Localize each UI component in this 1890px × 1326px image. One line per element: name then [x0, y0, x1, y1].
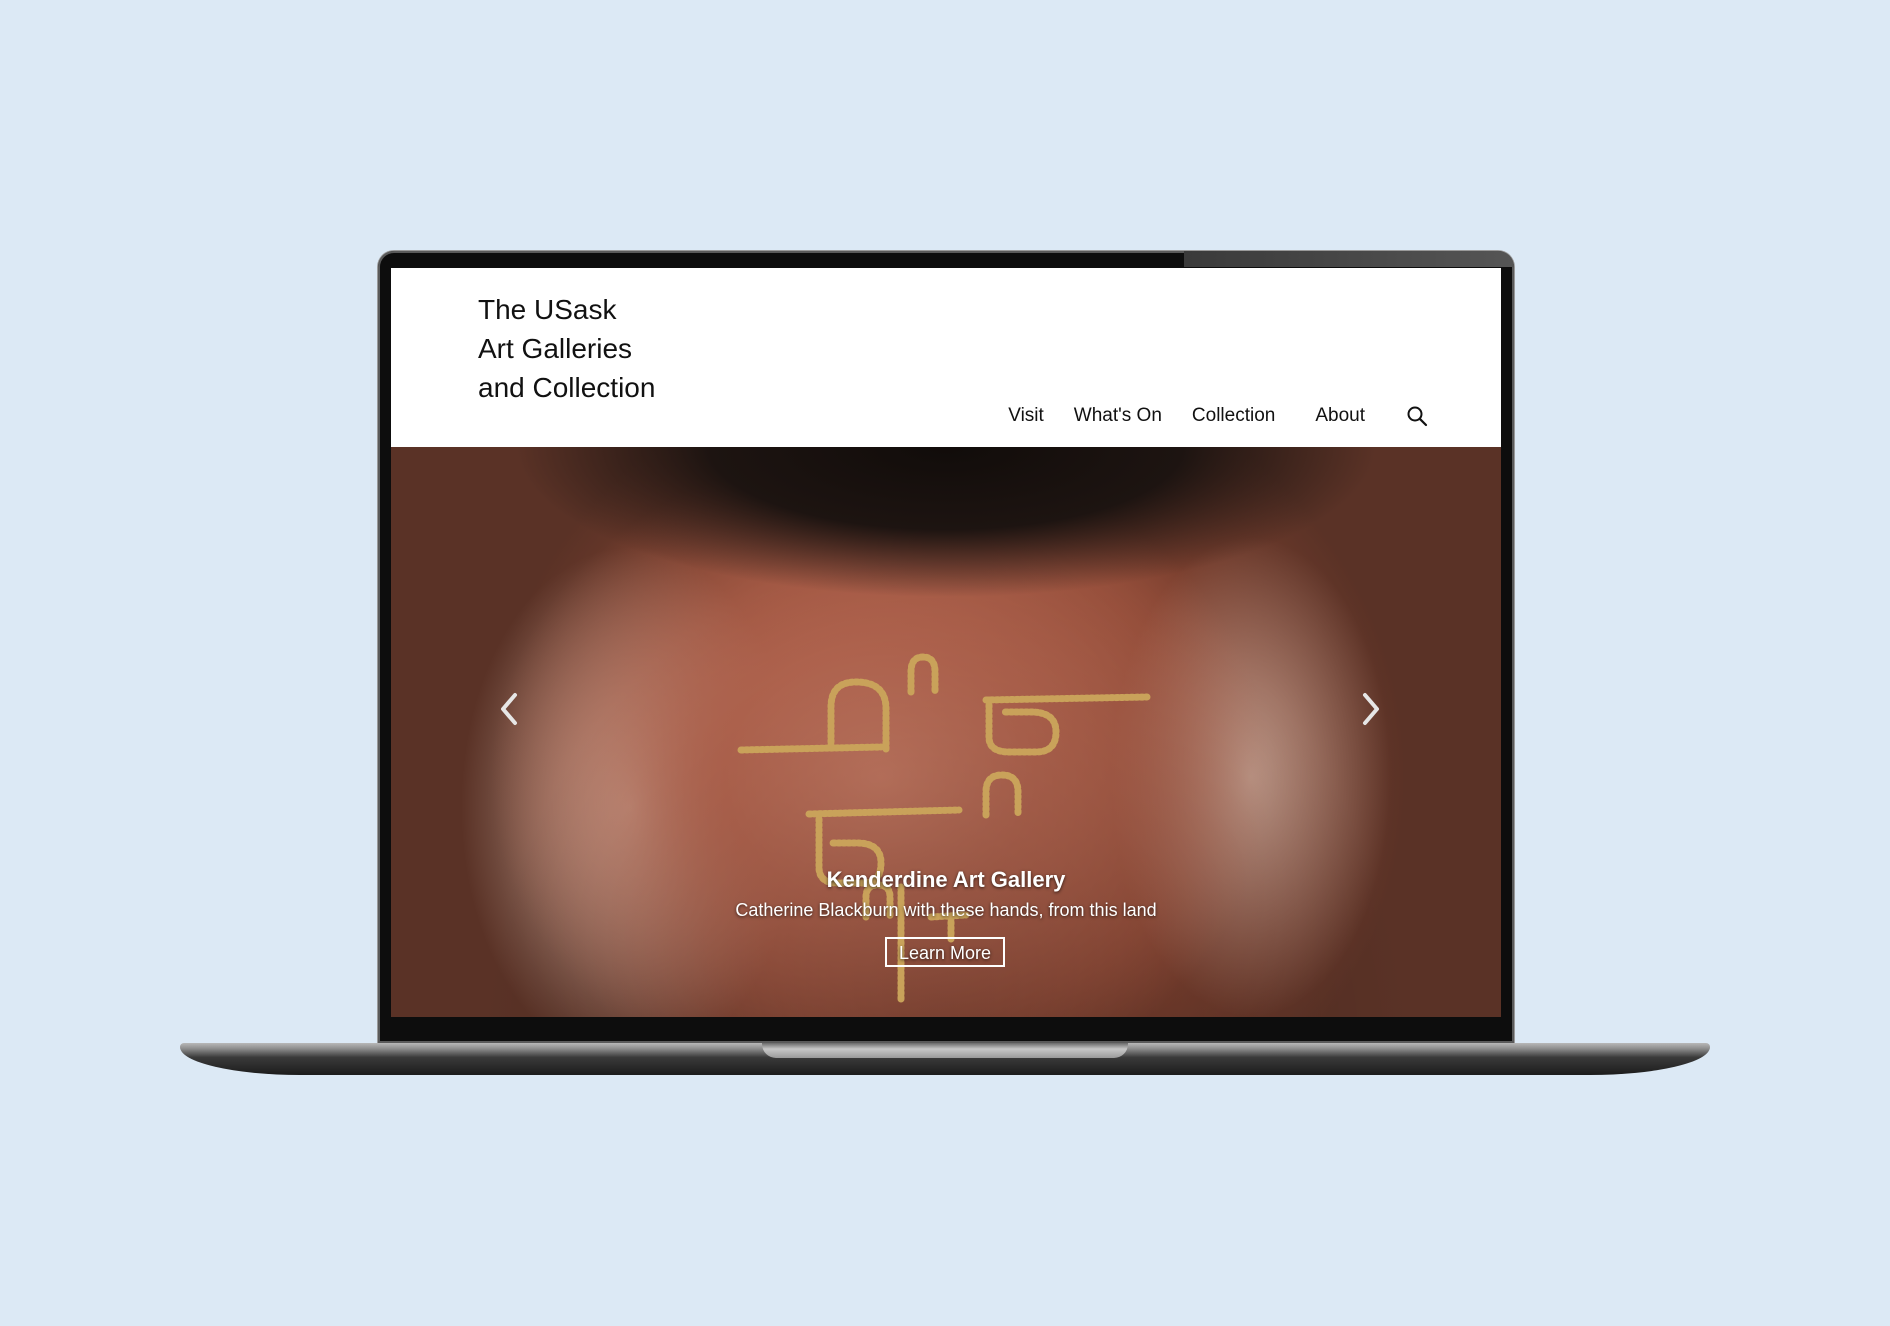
- nav-about[interactable]: About: [1315, 405, 1365, 427]
- chevron-left-icon[interactable]: [495, 687, 525, 731]
- nav-whats-on[interactable]: What's On: [1074, 405, 1162, 427]
- logo-line-2: Art Galleries: [478, 333, 633, 364]
- website-display: The USask Art Galleries and Collection V…: [391, 268, 1501, 1017]
- logo-line-3: and Collection: [478, 372, 656, 403]
- nav-collection[interactable]: Collection: [1192, 405, 1275, 427]
- site-logo[interactable]: The USask Art Galleries and Collection: [478, 290, 655, 407]
- hero-carousel: Kenderdine Art Gallery Catherine Blackbu…: [391, 447, 1501, 1017]
- laptop-screen: The USask Art Galleries and Collection V…: [378, 251, 1514, 1043]
- logo-line-1: The USask: [478, 294, 617, 325]
- hero-subtitle: Catherine Blackburn with these hands, fr…: [735, 900, 1157, 920]
- chevron-right-icon[interactable]: [1355, 687, 1385, 731]
- search-icon[interactable]: [1405, 404, 1429, 428]
- beadwork-artwork-image: [737, 653, 1151, 1006]
- learn-more-button[interactable]: Learn More: [885, 937, 1005, 967]
- laptop-hinge: [762, 1043, 1128, 1058]
- screen-glare: [1184, 251, 1514, 267]
- nav-visit[interactable]: Visit: [1008, 405, 1044, 427]
- site-header: The USask Art Galleries and Collection V…: [391, 268, 1501, 447]
- main-nav: Visit What's On Collection About: [978, 404, 1429, 428]
- hero-title: Kenderdine Art Gallery: [826, 867, 1066, 892]
